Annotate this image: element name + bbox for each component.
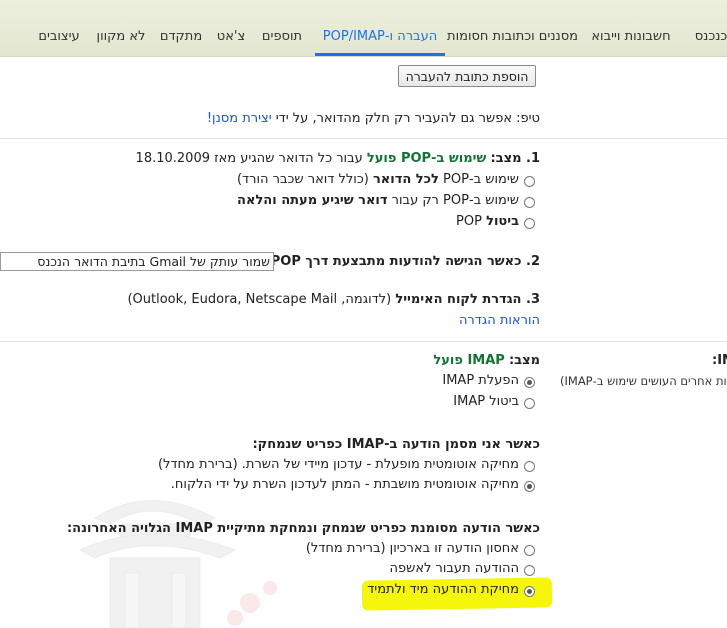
pop-status-label: 1. מצב:	[490, 151, 540, 166]
delete-forever-label[interactable]: מחיקת ההודעה מיד ולתמיד	[367, 582, 519, 597]
option-text: שימוש ב-POP רק עבור	[391, 193, 519, 208]
pop-disable-radio[interactable]	[524, 218, 535, 229]
forwarding-tip: טיפ: אפשר גם להעביר רק חלק מהדואר, על יד…	[207, 111, 540, 126]
pop-new-mail-radio[interactable]	[524, 197, 535, 208]
pop-client-label: 3. הגדרת לקוח האימייל	[395, 292, 540, 307]
imap-status-value: IMAP פועל	[433, 353, 505, 368]
pop-access-protocol: POP	[270, 254, 301, 269]
imap-disable-radio[interactable]	[524, 398, 535, 409]
delete-forever-radio[interactable]	[524, 586, 535, 597]
option-bold-text: דואר שיגיע מעתה והלאה	[237, 193, 388, 208]
pop-status-value: שימוש ב-POP פועל	[366, 151, 487, 166]
pop-action-select[interactable]: שמור עותק של Gmail בתיבת הדואר הנכנס	[0, 252, 274, 271]
option-text: POP	[456, 214, 482, 229]
imap-enable-radio[interactable]	[524, 377, 535, 388]
imap-deleted-heading: כאשר אני מסמן הודעה ב-IMAP כפריט שנמחק:	[252, 437, 540, 452]
pop-status-line: 1. מצב: שימוש ב-POP פועל עבור כל הדואר ש…	[136, 151, 540, 166]
auto-expunge-on-radio[interactable]	[524, 461, 535, 472]
imap-status-line: מצב: IMAP פועל	[433, 353, 540, 368]
section-divider	[0, 341, 727, 342]
pop-status-detail: עבור כל הדואר שהגיע מאז 18.10.2009	[135, 151, 363, 166]
imap-status-label: מצב:	[508, 353, 540, 368]
imap-expunge-heading: כאשר הודעה מסומנת כפריט שנמחק ונמחקת מתי…	[66, 521, 540, 536]
auto-expunge-on-label[interactable]: מחיקה אוטומטית מופעלת - עדכון מיידי של ה…	[158, 457, 519, 472]
tab-offline[interactable]: לא מקוון	[93, 29, 149, 49]
option-bold-text: לכל הדואר	[372, 172, 439, 187]
auto-expunge-off-radio[interactable]	[524, 481, 535, 492]
tab-themes[interactable]: עיצובים	[33, 29, 85, 49]
setup-instructions-link[interactable]: הוראות הגדרה	[459, 313, 540, 328]
pop-client-example: (לדוגמה, Outlook, Eudora, Netscape Mail)	[127, 292, 392, 307]
imap-section-title: :IM	[712, 353, 727, 368]
tab-forwarding-pop-imap[interactable]: העברה ו-POP/IMAP	[315, 29, 445, 56]
tab-accounts-import[interactable]: חשבונות וייבוא	[587, 29, 675, 49]
tab-filters-blocked[interactable]: מסננים וכתובות חסומות	[447, 29, 578, 49]
settings-tab-bar: כנכנס חשבונות וייבוא מסננים וכתובות חסומ…	[0, 0, 727, 57]
auto-expunge-off-label[interactable]: מחיקה אוטומטית מושבתת - המתן לעדכון השרת…	[171, 477, 519, 492]
imap-enable-label[interactable]: הפעלת IMAP	[442, 373, 519, 388]
move-to-trash-label[interactable]: ההודעה תעבור לאשפה	[390, 561, 520, 576]
imap-disable-label[interactable]: ביטול IMAP	[453, 394, 519, 409]
option-note: (כולל דואר שכבר הורד)	[236, 172, 369, 187]
pop-client-line: 3. הגדרת לקוח האימייל (לדוגמה, Outlook, …	[127, 292, 540, 307]
pop-disable-label[interactable]: ביטול POP	[456, 214, 519, 229]
settings-content: הוספת כתובת להעברה טיפ: אפשר גם להעביר ר…	[0, 57, 727, 628]
pop-access-label: 2. כאשר הגישה להודעות מתבצעת דרך	[305, 254, 540, 269]
option-text: שימוש ב-POP	[443, 172, 519, 187]
pop-new-mail-label[interactable]: שימוש ב-POP רק עבור דואר שיגיע מעתה והלא…	[237, 193, 519, 208]
imap-section-desc: קוחות אחרים העושים שימוש ב-IMAP)	[560, 374, 727, 388]
tab-advanced[interactable]: מתקדם	[158, 29, 204, 49]
tip-text: טיפ: אפשר גם להעביר רק חלק מהדואר, על יד…	[275, 111, 540, 126]
archive-message-label[interactable]: אחסון הודעה זו בארכיון (ברירת מחדל)	[306, 541, 519, 556]
pop-access-line: 2. כאשר הגישה להודעות מתבצעת דרך POP	[271, 254, 540, 269]
move-to-trash-radio[interactable]	[524, 565, 535, 576]
tab-addons[interactable]: תוספים	[259, 29, 305, 49]
archive-message-radio[interactable]	[524, 545, 535, 556]
option-bold-text: ביטול	[486, 214, 519, 229]
pop-all-mail-label[interactable]: שימוש ב-POP לכל הדואר (כולל דואר שכבר הו…	[237, 172, 519, 187]
create-filter-link[interactable]: יצירת מסנן!	[207, 111, 272, 126]
tab-chat[interactable]: צ'אט	[212, 29, 250, 49]
tab-inbox[interactable]: כנכנס	[691, 29, 727, 49]
add-forwarding-address-button[interactable]: הוספת כתובת להעברה	[398, 65, 536, 87]
pop-all-mail-radio[interactable]	[524, 176, 535, 187]
section-divider	[0, 138, 727, 139]
